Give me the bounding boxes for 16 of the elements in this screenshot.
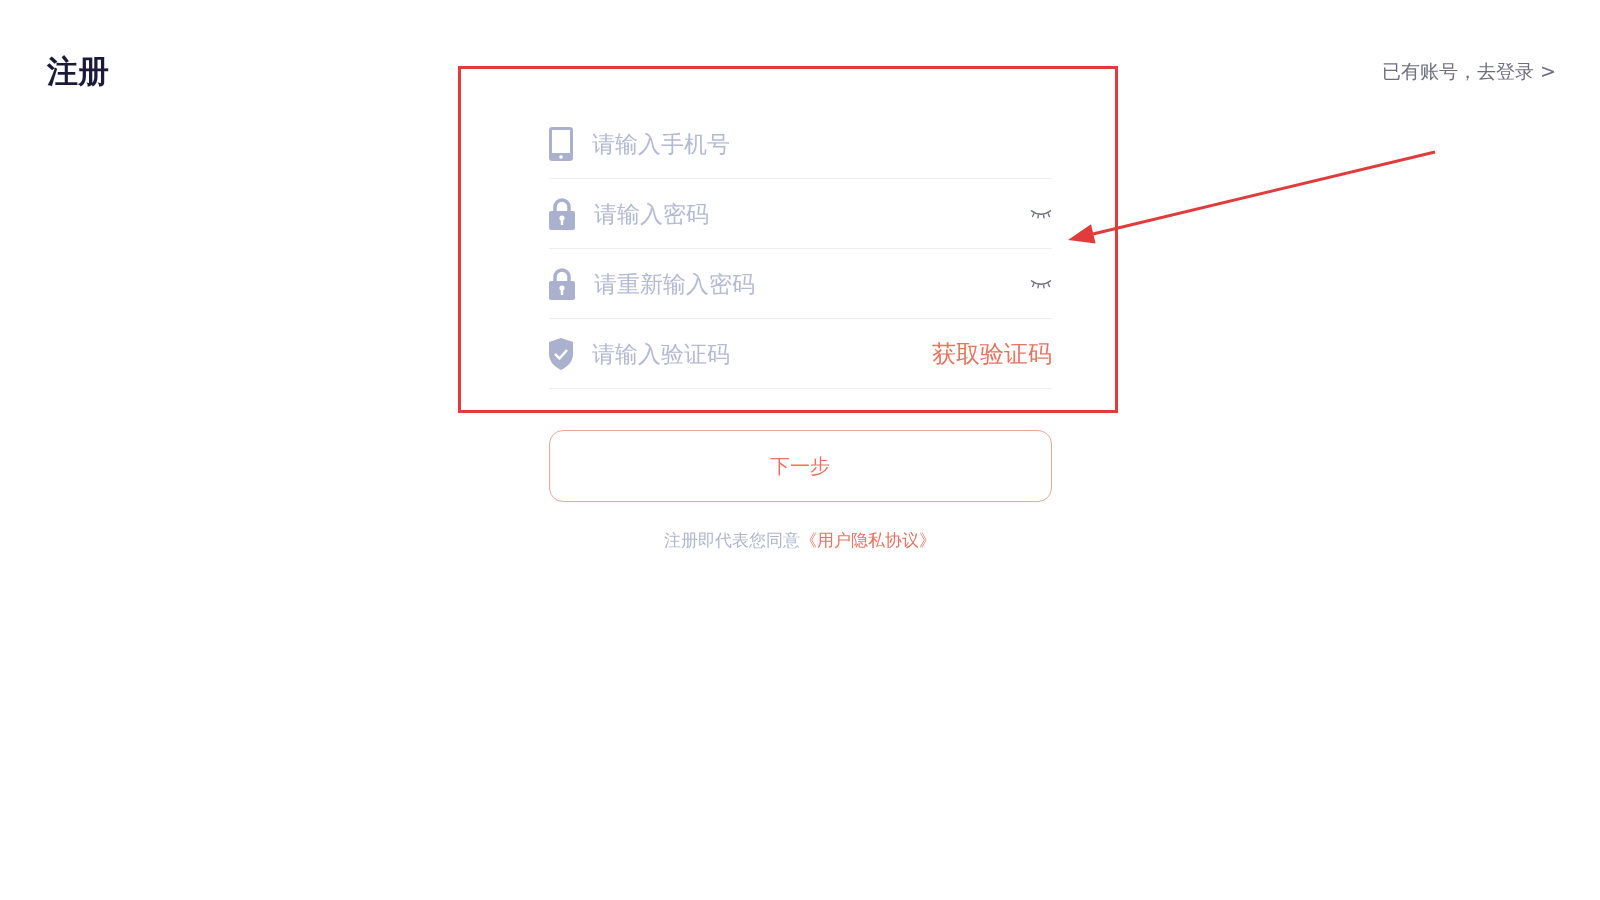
password-input[interactable]: 请输入密码 — [593, 197, 1030, 230]
page-title: 注册 — [47, 52, 109, 90]
password-input[interactable]: 请重新输入密码 — [593, 267, 1030, 300]
next-step-button[interactable]: 下一步 — [548, 430, 1052, 502]
get-code-button[interactable]: 获取验证码 — [931, 337, 1052, 370]
lock-icon — [548, 267, 575, 300]
privacy-policy-link[interactable]: 《用户隐私协议》 — [800, 530, 936, 550]
phone-icon — [548, 126, 573, 161]
login-link[interactable]: 已有账号，去登录 > — [1382, 58, 1556, 84]
shield-check-icon — [548, 337, 573, 370]
agreement-text: 注册即代表您同意《用户隐私协议》 — [663, 529, 937, 552]
lock-icon — [548, 197, 575, 230]
closed-eye-icon[interactable] — [1029, 278, 1052, 289]
verification-code-input[interactable]: 请输入验证码 — [591, 337, 932, 370]
phone-input[interactable]: 请输入手机号 — [591, 127, 1052, 160]
closed-eye-icon[interactable] — [1029, 208, 1052, 219]
